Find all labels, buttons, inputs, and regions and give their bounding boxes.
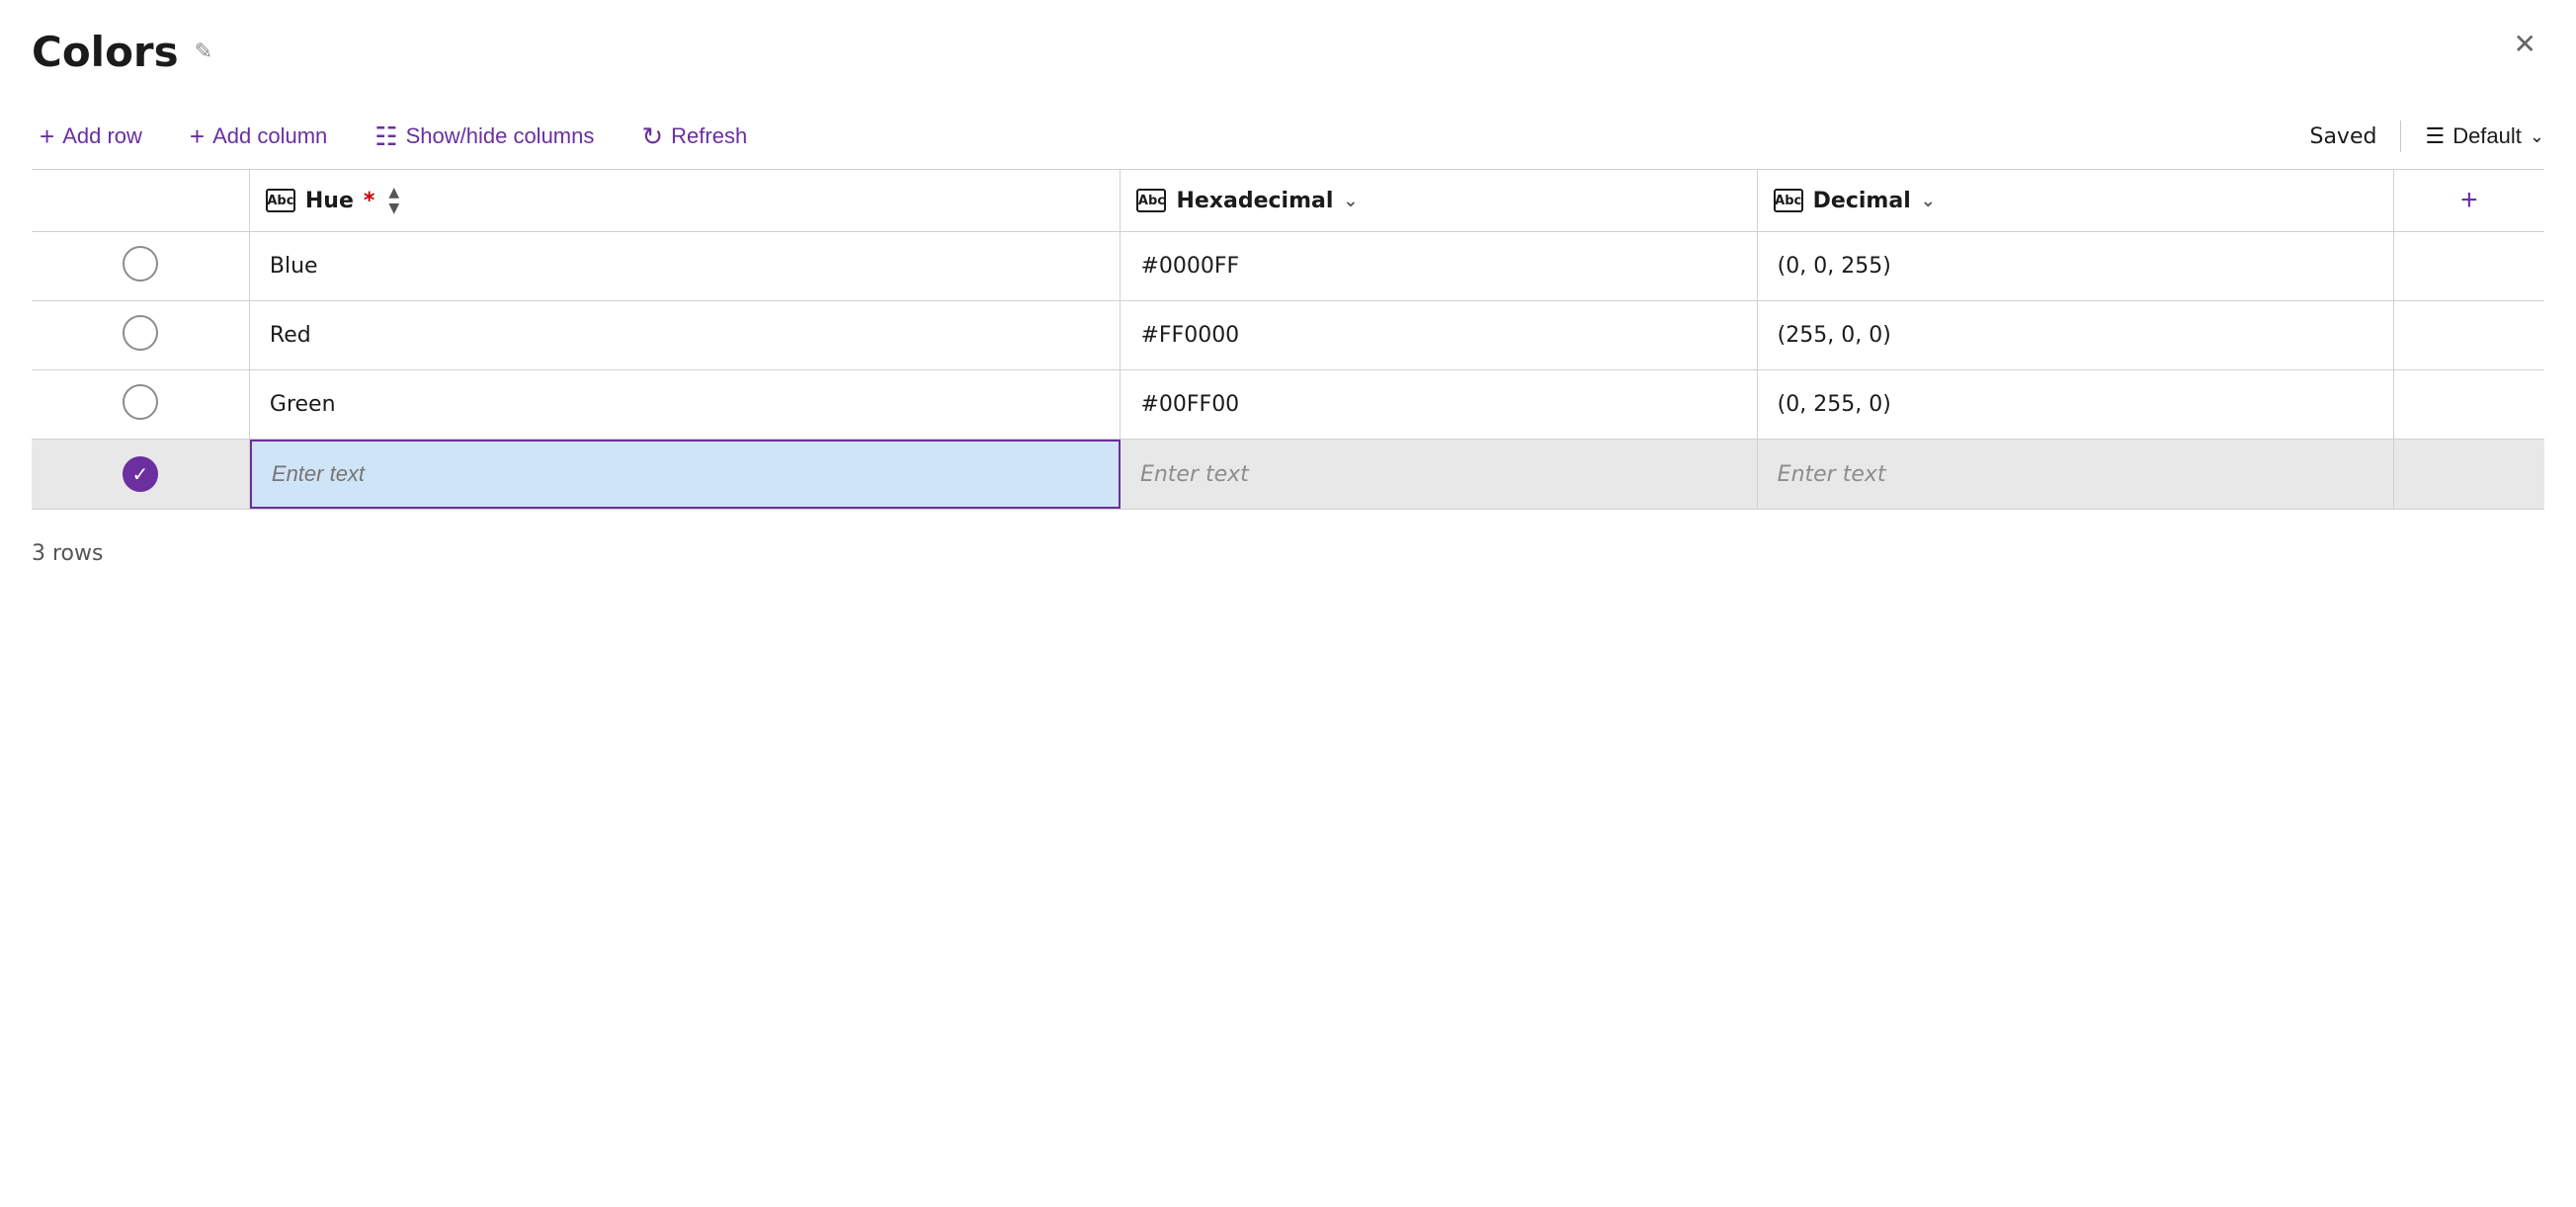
- hex-col-icon: Abc: [1136, 189, 1166, 212]
- dec-col-label: Decimal: [1813, 189, 1911, 213]
- show-hide-label: Show/hide columns: [406, 123, 595, 149]
- show-hide-columns-button[interactable]: ☷ Show/hide columns: [367, 120, 602, 153]
- hue-cell: Blue: [249, 232, 1121, 301]
- table-header-row: Abc Hue * ▲ ▼ Abc Hexadecimal: [32, 170, 2544, 232]
- close-icon[interactable]: ✕: [2514, 28, 2536, 60]
- hex-col-label: Hexadecimal: [1176, 189, 1333, 213]
- default-label: Default: [2452, 123, 2522, 149]
- hue-value: Red: [250, 311, 1121, 360]
- table-wrapper: Abc Hue * ▲ ▼ Abc Hexadecimal: [32, 169, 2544, 510]
- row-selector-cell: [32, 301, 249, 370]
- hex-value: #0000FF: [1121, 242, 1756, 290]
- new-row-selector-cell: ✓: [32, 440, 249, 510]
- hue-col-label: Hue: [305, 189, 354, 213]
- hex-chevron-icon[interactable]: ⌄: [1343, 191, 1358, 211]
- title-area: Colors ✎: [32, 28, 212, 76]
- data-table: Abc Hue * ▲ ▼ Abc Hexadecimal: [32, 170, 2544, 510]
- hue-cell: Green: [249, 370, 1121, 440]
- hex-value: #FF0000: [1121, 311, 1756, 360]
- hue-required-star: *: [364, 189, 375, 213]
- hue-col-icon: Abc: [266, 189, 295, 212]
- hex-col-header: Abc Hexadecimal ⌄: [1121, 170, 1757, 232]
- dec-cell: (0, 0, 255): [1757, 232, 2393, 301]
- plus-icon-col: +: [190, 123, 205, 149]
- table-body: Blue#0000FF(0, 0, 255)Red#FF0000(255, 0,…: [32, 232, 2544, 510]
- table-row: Blue#0000FF(0, 0, 255): [32, 232, 2544, 301]
- add-column-plus-button[interactable]: +: [2410, 184, 2529, 217]
- dec-cell: (255, 0, 0): [1757, 301, 2393, 370]
- dec-col-header: Abc Decimal ⌄: [1757, 170, 2393, 232]
- new-row-add-col: [2393, 440, 2544, 510]
- table-row: Green#00FF00(0, 255, 0): [32, 370, 2544, 440]
- add-column-button[interactable]: + Add column: [182, 120, 335, 153]
- toolbar: + Add row + Add column ☷ Show/hide colum…: [32, 104, 2544, 169]
- new-row-hex-placeholder[interactable]: Enter text: [1121, 440, 1757, 509]
- add-row-button[interactable]: + Add row: [32, 120, 150, 153]
- hue-sort-icons: ▲ ▼: [388, 186, 399, 215]
- row-add-col: [2393, 232, 2544, 301]
- hex-value: #00FF00: [1121, 380, 1756, 429]
- app-container: Colors ✎ ✕ + Add row + Add column ☷ Show…: [0, 0, 2576, 1207]
- dec-value: (255, 0, 0): [1758, 311, 2393, 360]
- dec-value: (0, 0, 255): [1758, 242, 2393, 290]
- new-row-hue-input[interactable]: [250, 440, 1121, 509]
- saved-label: Saved: [2309, 124, 2376, 149]
- dec-value: (0, 255, 0): [1758, 380, 2393, 429]
- edit-icon[interactable]: ✎: [195, 40, 212, 64]
- hamburger-icon: ☰: [2425, 123, 2445, 149]
- row-add-col: [2393, 301, 2544, 370]
- hex-cell: #00FF00: [1121, 370, 1757, 440]
- header: Colors ✎ ✕: [32, 28, 2544, 76]
- toolbar-right: Saved ☰ Default ⌄: [2309, 121, 2544, 152]
- hue-col-header: Abc Hue * ▲ ▼: [249, 170, 1121, 232]
- refresh-button[interactable]: ↻ Refresh: [633, 120, 755, 153]
- row-selector-cell: [32, 232, 249, 301]
- plus-icon: +: [40, 123, 54, 149]
- row-add-col: [2393, 370, 2544, 440]
- hue-value: Blue: [250, 242, 1121, 290]
- row-radio[interactable]: [123, 384, 158, 420]
- page-title: Colors: [32, 28, 179, 76]
- hex-cell: #FF0000: [1121, 301, 1757, 370]
- toolbar-divider: [2400, 121, 2401, 152]
- columns-icon: ☷: [374, 123, 397, 149]
- chevron-down-icon: ⌄: [2530, 126, 2544, 147]
- sort-down-icon[interactable]: ▼: [388, 201, 399, 215]
- add-column-label: Add column: [212, 123, 327, 149]
- table-row: Red#FF0000(255, 0, 0): [32, 301, 2544, 370]
- hue-cell: Red: [249, 301, 1121, 370]
- dec-cell: (0, 255, 0): [1757, 370, 2393, 440]
- hex-cell: #0000FF: [1121, 232, 1757, 301]
- dec-col-icon: Abc: [1774, 189, 1803, 212]
- selector-col-header: [32, 170, 249, 232]
- default-button[interactable]: ☰ Default ⌄: [2425, 123, 2544, 149]
- new-row-hex-cell: Enter text: [1121, 440, 1757, 510]
- row-radio[interactable]: [123, 246, 158, 282]
- new-row-radio[interactable]: ✓: [123, 456, 158, 492]
- new-row-dec-placeholder[interactable]: Enter text: [1758, 440, 2393, 509]
- row-count: 3 rows: [32, 541, 2544, 566]
- dec-chevron-icon[interactable]: ⌄: [1921, 191, 1936, 211]
- row-radio[interactable]: [123, 315, 158, 351]
- hue-value: Green: [250, 380, 1121, 429]
- new-row-hue-cell[interactable]: [249, 440, 1121, 510]
- new-row-dec-cell: Enter text: [1757, 440, 2393, 510]
- sort-up-icon[interactable]: ▲: [388, 186, 399, 200]
- add-row-label: Add row: [62, 123, 142, 149]
- refresh-icon: ↻: [641, 123, 663, 149]
- add-col-header: +: [2393, 170, 2544, 232]
- new-table-row: ✓ Enter textEnter text: [32, 440, 2544, 510]
- refresh-label: Refresh: [671, 123, 747, 149]
- row-selector-cell: [32, 370, 249, 440]
